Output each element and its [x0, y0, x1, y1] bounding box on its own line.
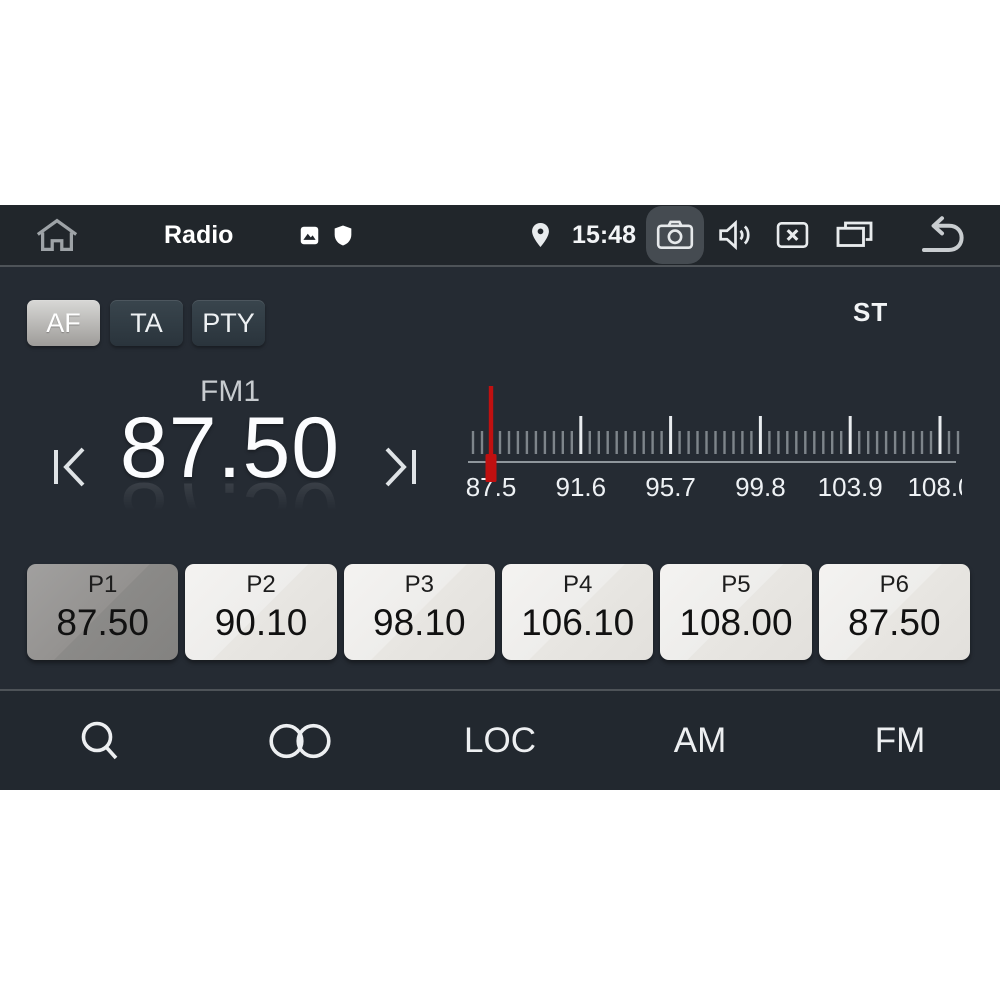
page-title: Radio	[164, 221, 233, 250]
preset-label: P1	[88, 571, 117, 599]
stereo-indicator: ST	[853, 297, 888, 328]
preset-frequency: 98.10	[373, 602, 466, 644]
preset-scan-button[interactable]	[200, 691, 400, 790]
svg-text:103.9: 103.9	[818, 472, 883, 502]
clock: 15:48	[572, 221, 636, 250]
am-label: AM	[674, 721, 727, 761]
seek-next-button[interactable]	[380, 438, 418, 501]
location-pin-icon	[529, 221, 552, 249]
fm-button[interactable]: FM	[800, 691, 1000, 790]
preset-frequency: 87.50	[56, 602, 149, 644]
preset-frequency: 108.00	[679, 602, 792, 644]
preset-p5-button[interactable]: P5 108.00	[660, 564, 811, 660]
loc-button[interactable]: LOC	[400, 691, 600, 790]
preset-frequency: 87.50	[848, 602, 941, 644]
seek-previous-button[interactable]	[52, 438, 90, 501]
preset-label: P6	[880, 571, 909, 599]
preset-label: P5	[721, 571, 750, 599]
preset-frequency: 106.10	[521, 602, 634, 644]
preset-p3-button[interactable]: P3 98.10	[344, 564, 495, 660]
preset-label: P2	[246, 571, 275, 599]
svg-text:99.8: 99.8	[735, 472, 786, 502]
head-unit-screen: Radio 15:48	[0, 205, 1000, 790]
back-icon	[918, 215, 966, 255]
gallery-icon	[299, 225, 320, 246]
preset-p4-button[interactable]: P4 106.10	[502, 564, 653, 660]
close-window-icon	[776, 221, 809, 249]
home-button[interactable]	[34, 218, 80, 252]
shield-icon	[333, 224, 353, 247]
recent-apps-button[interactable]	[835, 220, 874, 250]
frequency-readout: 87.50 87.50	[85, 403, 375, 558]
tuning-scale[interactable]: 87.591.695.799.8103.9108.0	[462, 380, 962, 512]
close-window-button[interactable]	[776, 221, 809, 249]
volume-button[interactable]	[717, 218, 754, 252]
am-button[interactable]: AM	[600, 691, 800, 790]
home-icon	[34, 218, 80, 252]
search-button[interactable]	[0, 691, 200, 790]
bottom-bar: LOC AM FM	[0, 689, 1000, 790]
back-button[interactable]	[918, 215, 966, 255]
ta-button[interactable]: TA	[110, 300, 183, 346]
svg-text:108.0: 108.0	[907, 472, 962, 502]
preset-frequency: 90.10	[215, 602, 308, 644]
camera-icon	[656, 219, 694, 251]
frequency-reflection: 87.50	[85, 467, 375, 557]
seek-previous-icon	[52, 438, 90, 496]
double-circle-icon	[268, 721, 332, 761]
recent-apps-icon	[835, 220, 874, 250]
preset-p6-button[interactable]: P6 87.50	[819, 564, 970, 660]
volume-icon	[717, 218, 754, 252]
fm-label: FM	[875, 721, 926, 761]
preset-p1-button[interactable]: P1 87.50	[27, 564, 178, 660]
seek-next-icon	[380, 438, 418, 496]
loc-label: LOC	[464, 721, 536, 761]
preset-p2-button[interactable]: P2 90.10	[185, 564, 336, 660]
preset-label: P3	[405, 571, 434, 599]
preset-row: P1 87.50 P2 90.10 P3 98.10 P4 106.10 P5 …	[27, 564, 970, 660]
magnifier-icon	[77, 717, 123, 765]
preset-label: P4	[563, 571, 592, 599]
camera-button[interactable]	[646, 206, 704, 264]
svg-text:91.6: 91.6	[555, 472, 606, 502]
af-button[interactable]: AF	[27, 300, 100, 346]
pty-button[interactable]: PTY	[192, 300, 265, 346]
status-bar: Radio 15:48	[0, 205, 1000, 267]
svg-text:95.7: 95.7	[645, 472, 696, 502]
